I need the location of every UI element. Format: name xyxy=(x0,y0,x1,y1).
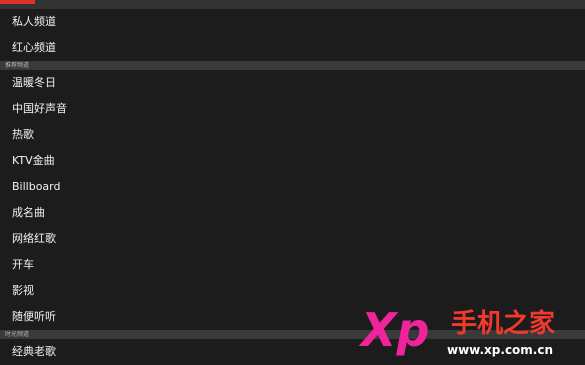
watermark-brand: 手机之家 xyxy=(451,308,555,339)
channel-item[interactable]: 热歌 xyxy=(0,122,585,148)
channel-item-private[interactable]: 私人频道 xyxy=(0,9,585,35)
top-progress-strip xyxy=(0,0,585,9)
channel-item-favorites[interactable]: 红心频道 xyxy=(0,35,585,61)
channel-item[interactable]: 温暖冬日 xyxy=(0,70,585,96)
playback-progress-bar xyxy=(0,0,36,4)
watermark-logo: Xp 手机之家 www.xp.com.cn xyxy=(358,303,555,357)
watermark-x: Xp xyxy=(358,303,429,357)
channel-item[interactable]: 网络红歌 xyxy=(0,226,585,252)
channel-item[interactable]: Billboard xyxy=(0,174,585,200)
channel-item[interactable]: 中国好声音 xyxy=(0,96,585,122)
section-header-recommended: 推荐频道 xyxy=(0,61,585,70)
channel-item[interactable]: 开车 xyxy=(0,252,585,278)
channel-item[interactable]: KTV金曲 xyxy=(0,148,585,174)
channel-item[interactable]: 成名曲 xyxy=(0,200,585,226)
watermark-url: www.xp.com.cn xyxy=(447,343,553,357)
